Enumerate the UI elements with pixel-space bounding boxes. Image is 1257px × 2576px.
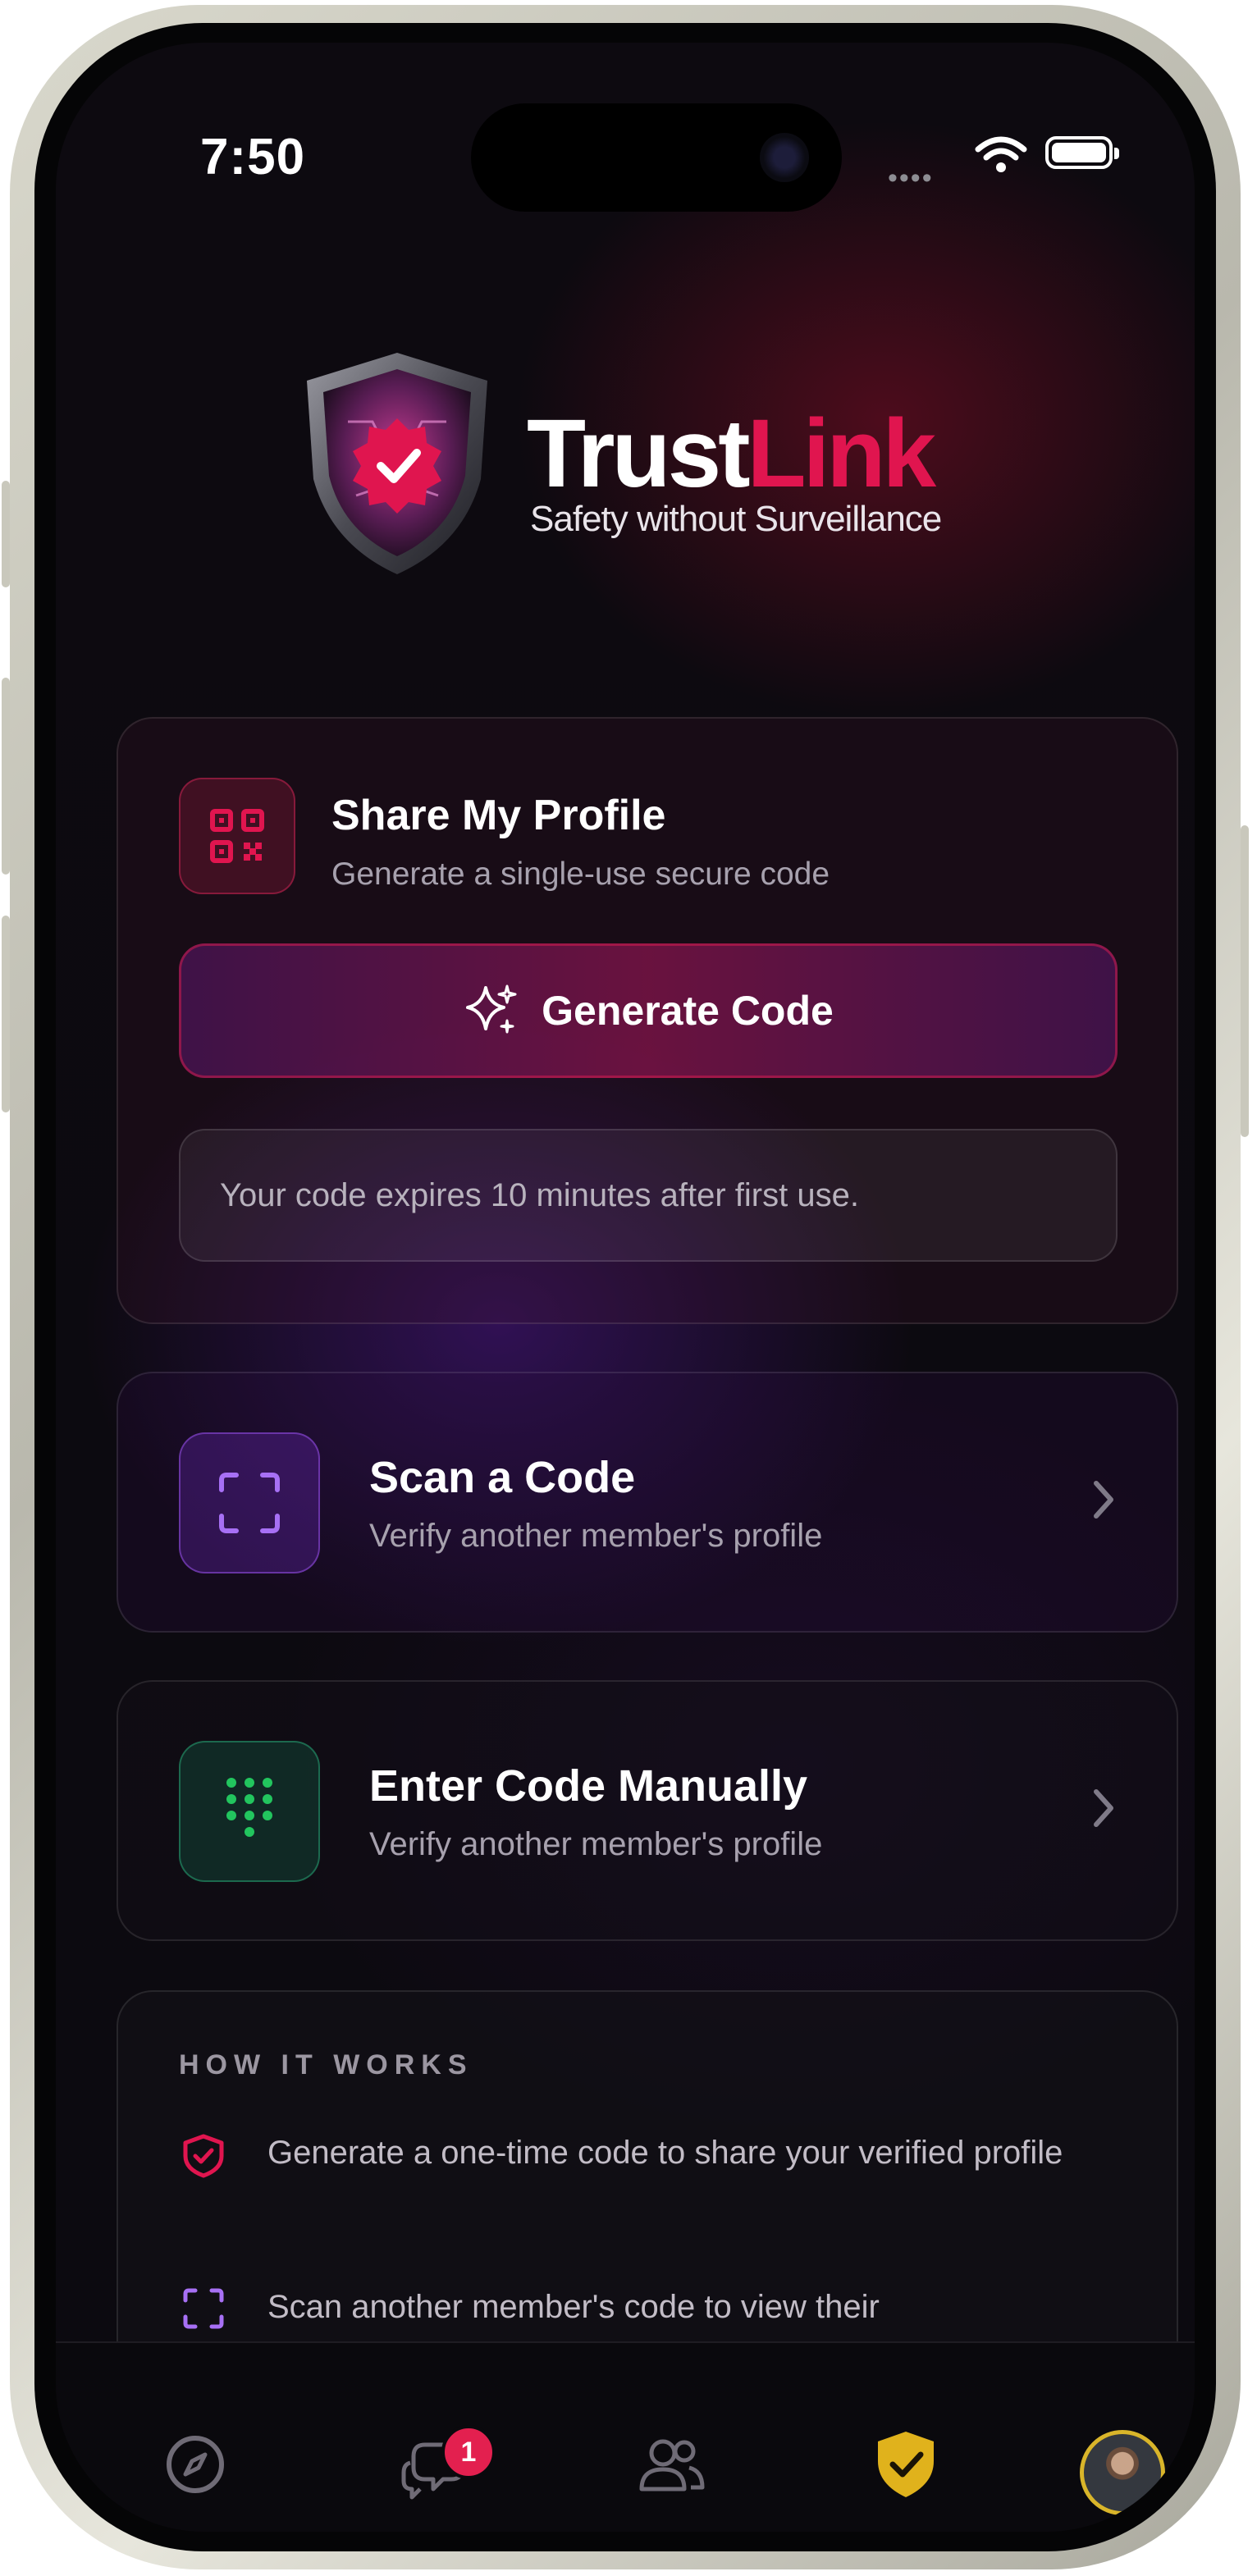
compass-icon[interactable]: [164, 2433, 226, 2496]
brand-name-part2: Link: [747, 400, 937, 508]
scan-frame-icon: [219, 1473, 280, 1533]
wifi-icon: [975, 136, 1027, 172]
qr-code-icon: [210, 809, 264, 863]
status-time: 7:50: [200, 129, 306, 185]
share-profile-card: Share My Profile Generate a single-use s…: [117, 717, 1178, 1324]
enter-code-card[interactable]: Enter Code Manually Verify another membe…: [117, 1680, 1178, 1941]
brand-name: TrustLink: [527, 405, 936, 502]
generate-code-label: Generate Code: [542, 988, 834, 1034]
enter-title: Enter Code Manually: [369, 1761, 808, 1811]
how-it-works-card: HOW IT WORKS Generate a one-time code to…: [117, 1990, 1178, 2400]
enter-subtitle: Verify another member's profile: [369, 1826, 823, 1862]
signal-icon: ••••: [888, 162, 934, 194]
side-button: [2, 916, 10, 1112]
scan-code-card[interactable]: Scan a Code Verify another member's prof…: [117, 1372, 1178, 1633]
battery-icon: [1045, 136, 1119, 169]
avatar[interactable]: [1080, 2430, 1165, 2515]
brand-tagline: Safety without Surveillance: [530, 499, 942, 539]
chevron-right-icon: [1094, 1481, 1113, 1519]
trustlink-shield-logo: [307, 353, 487, 574]
chevron-right-icon: [1094, 1789, 1113, 1827]
expiry-note: Your code expires 10 minutes after first…: [179, 1129, 1118, 1262]
tab-bar: 1: [56, 2341, 1195, 2532]
dynamic-island: [471, 103, 842, 212]
enter-icon-box: [179, 1741, 320, 1882]
bezel: 7:50 •••• TrustLink Safety without Surve…: [34, 23, 1216, 2551]
side-button: [1241, 825, 1249, 1137]
how-it-works-title: HOW IT WORKS: [179, 2049, 473, 2080]
people-icon[interactable]: [637, 2433, 706, 2496]
shield-check-icon: [183, 2134, 224, 2178]
chat-badge: 1: [441, 2425, 496, 2479]
share-subtitle: Generate a single-use secure code: [331, 856, 830, 892]
shield-check-icon[interactable]: [873, 2428, 939, 2501]
side-button: [2, 481, 10, 587]
generate-code-button[interactable]: Generate Code: [179, 943, 1118, 1078]
share-title: Share My Profile: [331, 792, 666, 839]
how-item: Generate a one-time code to share your v…: [179, 2123, 1088, 2182]
how-item-text: Scan another member's code to view their: [267, 2289, 880, 2325]
side-button: [2, 678, 10, 875]
screen: 7:50 •••• TrustLink Safety without Surve…: [56, 43, 1195, 2532]
brand-name-part1: Trust: [527, 400, 750, 508]
how-item: Scan another member's code to view their: [179, 2277, 1088, 2336]
how-item-text: Generate a one-time code to share your v…: [267, 2135, 1063, 2171]
scan-subtitle: Verify another member's profile: [369, 1518, 823, 1554]
camera-icon: [760, 133, 809, 182]
scan-title: Scan a Code: [369, 1453, 636, 1502]
keypad-icon: [226, 1778, 272, 1837]
phone-frame: 7:50 •••• TrustLink Safety without Surve…: [2, 5, 1249, 2569]
sparkles-icon: [466, 984, 517, 1034]
scan-icon-box: [179, 1432, 320, 1573]
scan-frame-icon: [183, 2288, 224, 2329]
share-icon-box: [179, 778, 295, 894]
